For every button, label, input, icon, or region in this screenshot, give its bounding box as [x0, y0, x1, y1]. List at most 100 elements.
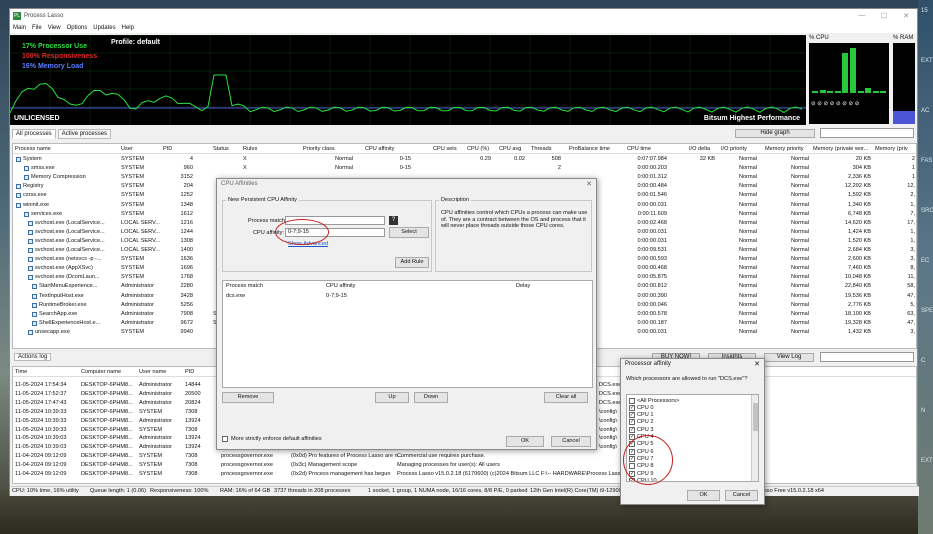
- processor-list-scrollbar[interactable]: [751, 395, 758, 481]
- processor-checkbox[interactable]: ✓: [629, 426, 635, 433]
- processor-item[interactable]: ✓ CPU 3: [629, 426, 653, 433]
- remove-button[interactable]: Remove: [222, 392, 274, 403]
- process-col-header[interactable]: Priority class: [303, 146, 335, 152]
- rule-affinity[interactable]: 0-7;9-15: [326, 293, 347, 299]
- up-button[interactable]: Up: [375, 392, 409, 403]
- actions-cell: \config\: [599, 408, 618, 415]
- rule-process[interactable]: dcs.exe: [226, 293, 245, 299]
- actions-row[interactable]: 11-04-2024 09:12:09 DESKTOP-6PHM8... SYSTE…: [13, 470, 916, 479]
- menu-options[interactable]: Options: [67, 25, 88, 31]
- maximize-icon[interactable]: ☐: [873, 12, 895, 20]
- actions-cell: \config\: [599, 444, 618, 451]
- actions-cell: SYSTEM: [139, 453, 163, 460]
- process-col-header[interactable]: Rules: [243, 146, 257, 152]
- process-icon: [24, 166, 29, 172]
- process-col-header[interactable]: Memory priority: [765, 146, 804, 152]
- tab-active-processes[interactable]: Active processes: [57, 129, 112, 139]
- clear-all-button[interactable]: Clear all: [544, 392, 588, 403]
- processor-checkbox[interactable]: ✓: [629, 412, 635, 419]
- cancel-button[interactable]: Cancel: [725, 490, 758, 501]
- down-button[interactable]: Down: [414, 392, 448, 403]
- process-row[interactable]: smss.exe SYSTEM 960 X Normal 0-15 2 0:00:00.203…: [13, 164, 916, 173]
- actions-col-header[interactable]: PID: [185, 369, 194, 375]
- actions-cell: Administrator: [139, 435, 172, 442]
- cpu-core-bars: ⊘ ⊘ ⊘ ⊘ ⊘ ⊘ ⊘ ⊘: [809, 43, 889, 124]
- process-cell: svchost.exe (AppXSvc): [35, 265, 93, 272]
- cpu-core-bar: [857, 91, 864, 93]
- processor-item[interactable]: <All Processors>: [629, 397, 679, 404]
- minimize-icon[interactable]: —: [851, 12, 873, 20]
- processor-checkbox[interactable]: [629, 397, 635, 404]
- add-rule-button[interactable]: Add Rule: [395, 257, 429, 268]
- process-cell: Normal: [790, 156, 809, 162]
- col-cpu-affinity: CPU affinity: [326, 283, 356, 289]
- actions-col-header[interactable]: Computer name: [81, 369, 121, 375]
- menu-main[interactable]: Main: [13, 25, 26, 31]
- menu-updates[interactable]: Updates: [93, 25, 115, 31]
- process-col-header[interactable]: Memory (private wor...: [813, 146, 868, 152]
- processor-item[interactable]: ✓ CPU 0: [629, 404, 653, 411]
- process-col-header[interactable]: CPU time: [627, 146, 651, 152]
- process-col-header[interactable]: Threads: [531, 146, 552, 152]
- process-cell: SYSTEM: [121, 174, 145, 181]
- processor-checkbox[interactable]: ✓: [629, 419, 635, 426]
- process-row[interactable]: System SYSTEM 4 X Normal 0-15 0.29 0.02 508 0:07:…: [13, 155, 916, 164]
- process-col-header[interactable]: ProBalance time: [569, 146, 610, 152]
- process-cell: Administrator: [121, 310, 154, 317]
- process-cell: 1768: [180, 274, 193, 281]
- actions-col-header[interactable]: User name: [139, 369, 166, 375]
- processor-item[interactable]: ✓ CPU 1: [629, 412, 653, 419]
- process-col-header[interactable]: I/O delta: [689, 146, 710, 152]
- process-cell: Normal: [790, 256, 809, 263]
- ok-button[interactable]: OK: [687, 490, 720, 501]
- process-picker-icon[interactable]: ?: [389, 216, 398, 225]
- status-topology: 1 socket, 1 group, 1 NUMA node, 16/16 co…: [368, 488, 528, 494]
- process-cell: 3,: [910, 247, 915, 253]
- select-button[interactable]: Select: [389, 227, 429, 238]
- menu-file[interactable]: File: [32, 25, 42, 31]
- process-cell: 0:00:00.031: [637, 237, 667, 244]
- close-icon[interactable]: ✕: [586, 180, 592, 188]
- process-col-header[interactable]: I/O priority: [721, 146, 747, 152]
- processor-item[interactable]: ✓ CPU 2: [629, 419, 653, 426]
- hide-graph-button[interactable]: Hide graph: [735, 129, 815, 138]
- process-col-header[interactable]: User: [121, 146, 133, 152]
- process-cell: 1696: [180, 265, 193, 272]
- desktop-foreground: [0, 490, 933, 534]
- actions-row[interactable]: 11-04-2024 09:12:09 DESKTOP-6PHM8... SYSTE…: [13, 461, 916, 470]
- actions-row[interactable]: 11-04-2024 09:12:09 DESKTOP-6PHM8... SYSTE…: [13, 452, 916, 461]
- process-cell: LOCAL SERV...: [121, 219, 160, 226]
- tab-all-processes[interactable]: All processes: [12, 129, 56, 139]
- process-search-input[interactable]: [820, 128, 914, 138]
- enforce-checkbox[interactable]: [222, 436, 228, 442]
- affinity-rules-list[interactable]: Process match CPU affinity Delay dcs.exe…: [222, 280, 593, 388]
- processor-checkbox[interactable]: ✓: [629, 404, 635, 411]
- process-cell: 7,: [910, 210, 915, 217]
- process-col-header[interactable]: CPU avg: [499, 146, 521, 152]
- process-cell: SYSTEM: [121, 183, 145, 190]
- process-col-header[interactable]: Status: [213, 146, 229, 152]
- process-cell: Normal: [790, 165, 809, 172]
- process-col-header[interactable]: CPU sets: [433, 146, 457, 152]
- cpu-core-bar: [819, 90, 826, 93]
- process-cell: 1612: [180, 210, 193, 217]
- process-col-header[interactable]: Memory (priv: [875, 146, 908, 152]
- ok-button[interactable]: OK: [506, 436, 544, 447]
- menu-help[interactable]: Help: [122, 25, 134, 31]
- view-log-button[interactable]: View Log: [764, 353, 814, 362]
- log-search-input[interactable]: [820, 352, 914, 362]
- cancel-button[interactable]: Cancel: [551, 436, 591, 447]
- tab-actions-log[interactable]: Actions log: [14, 353, 52, 361]
- actions-cell: \config\: [599, 426, 618, 433]
- actions-col-header[interactable]: Time: [15, 369, 27, 375]
- process-col-header[interactable]: PID: [163, 146, 172, 152]
- process-col-header[interactable]: CPU affinity: [365, 146, 394, 152]
- close-icon[interactable]: ✕: [754, 360, 760, 368]
- process-col-header[interactable]: CPU (%): [467, 146, 489, 152]
- process-cell: LOCAL SERV...: [121, 247, 160, 253]
- process-cell: 5,: [910, 301, 915, 308]
- process-col-header[interactable]: Process name: [15, 146, 51, 152]
- menu-view[interactable]: View: [48, 25, 61, 31]
- process-cell: 20 KB: [855, 156, 871, 162]
- close-icon[interactable]: ✕: [895, 12, 917, 20]
